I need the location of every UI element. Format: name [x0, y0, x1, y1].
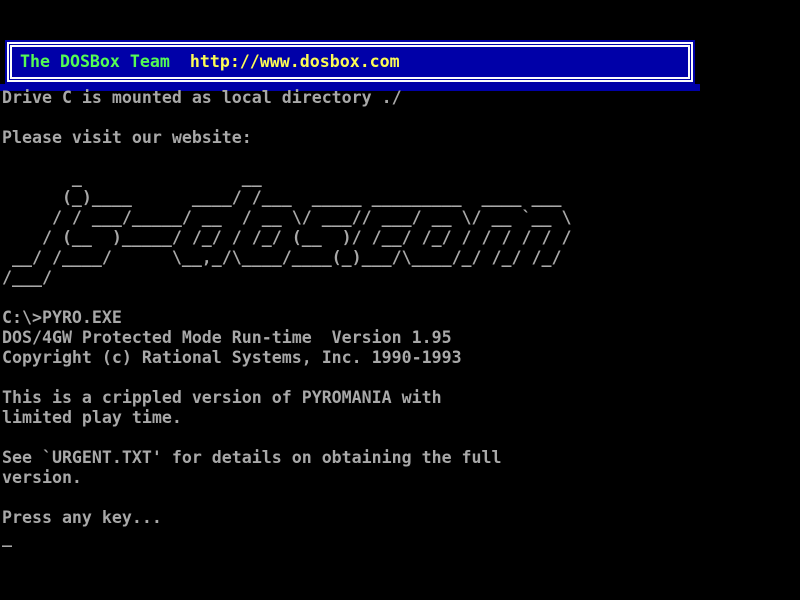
banner-double-border: The DOSBox Team http://www.dosbox.com [7, 42, 693, 82]
blank-line [2, 368, 571, 388]
ascii-art-line-2: (_)____ ____/ /___ _____ _________ ____ … [2, 188, 571, 208]
dos4gw-version-line: DOS/4GW Protected Mode Run-time Version … [2, 328, 571, 348]
terminal-output: Drive C is mounted as local directory ./… [2, 88, 571, 548]
text-cursor: _ [2, 528, 571, 548]
blank-line [2, 148, 571, 168]
ascii-art-line-5: __/ /____/ \__,_/\____/____(_)___/\____/… [2, 248, 571, 268]
ascii-art-line-4: / (__ )_____/ /_/ / /_/ (__ )/ /__/ /_/ … [2, 228, 571, 248]
copyright-line: Copyright (c) Rational Systems, Inc. 199… [2, 348, 571, 368]
dosbox-banner: The DOSBox Team http://www.dosbox.com [5, 40, 695, 84]
banner-url-text: http://www.dosbox.com [190, 52, 400, 71]
website-message-line: Please visit our website: [2, 128, 571, 148]
terminal-screen[interactable]: The DOSBox Team http://www.dosbox.com Dri… [0, 0, 800, 600]
urgent-txt-line-2: version. [2, 468, 571, 488]
blank-line [2, 108, 571, 128]
mount-message-line: Drive C is mounted as local directory ./ [2, 88, 571, 108]
banner-text: The DOSBox Team http://www.dosbox.com [12, 52, 400, 72]
banner-team-label: The DOSBox Team [20, 52, 170, 71]
ascii-art-line-1: _ __ [2, 168, 571, 188]
blank-line [2, 488, 571, 508]
blank-line [2, 428, 571, 448]
blank-line [2, 288, 571, 308]
crippled-notice-line-1: This is a crippled version of PYROMANIA … [2, 388, 571, 408]
ascii-art-line-6: /___/ [2, 268, 571, 288]
urgent-txt-line-1: See `URGENT.TXT' for details on obtainin… [2, 448, 571, 468]
press-any-key-line: Press any key... [2, 508, 571, 528]
crippled-notice-line-2: limited play time. [2, 408, 571, 428]
ascii-art-line-3: / / ___/_____/ __ / __ \/ ___// ___/ __ … [2, 208, 571, 228]
command-prompt-line: C:\>PYRO.EXE [2, 308, 571, 328]
